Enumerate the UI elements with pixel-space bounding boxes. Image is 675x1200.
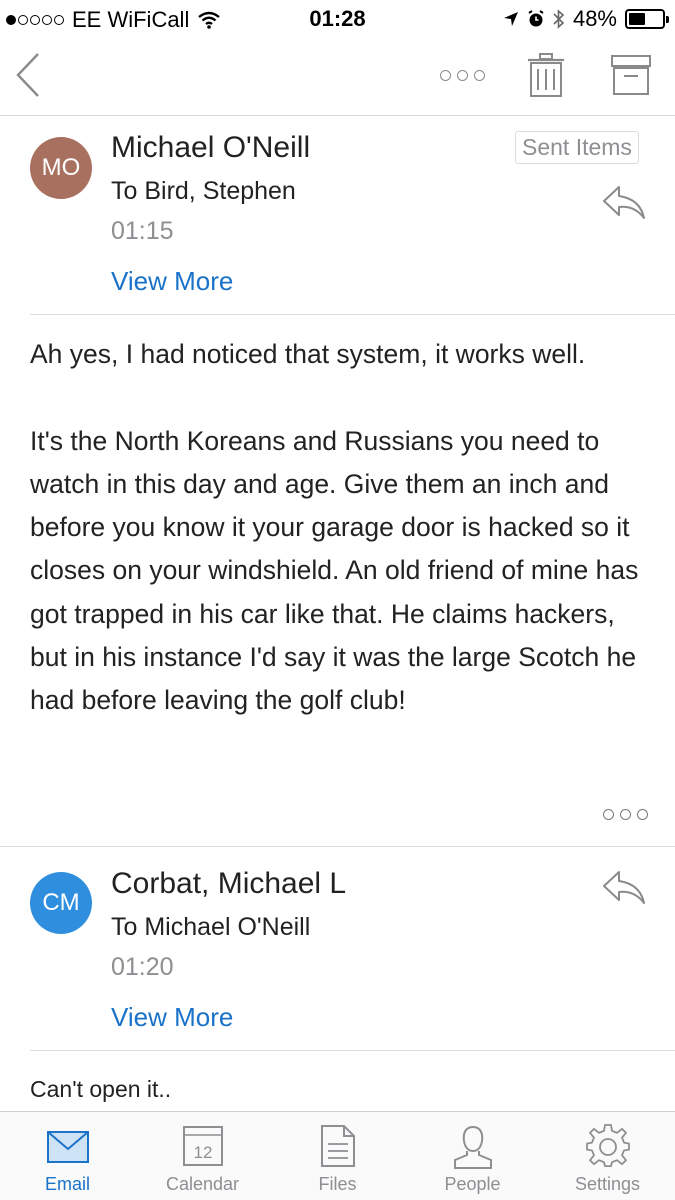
divider bbox=[30, 314, 675, 315]
tab-label: Settings bbox=[574, 1174, 641, 1194]
message-toolbar bbox=[0, 38, 675, 116]
status-right: 48% bbox=[503, 6, 669, 32]
document-icon bbox=[320, 1125, 355, 1167]
archive-icon[interactable] bbox=[610, 54, 652, 96]
sender-name: Michael O'Neill bbox=[111, 131, 311, 164]
message-time: 01:15 bbox=[111, 217, 174, 245]
body-paragraph: It's the North Koreans and Russians you … bbox=[30, 425, 639, 716]
more-dots-icon[interactable] bbox=[440, 70, 485, 81]
bluetooth-icon bbox=[553, 9, 565, 29]
reply-icon[interactable] bbox=[602, 185, 646, 221]
view-more-link[interactable]: View More bbox=[111, 266, 233, 297]
divider bbox=[30, 1050, 675, 1051]
recipient-line: To Bird, Stephen bbox=[111, 177, 296, 205]
tab-label: Email bbox=[44, 1174, 90, 1194]
tab-bar: Email 12 Calendar Files People Settings bbox=[0, 1111, 675, 1200]
message-options-icon[interactable] bbox=[603, 809, 648, 820]
avatar: MO bbox=[30, 137, 92, 199]
tab-email[interactable]: Email bbox=[0, 1112, 135, 1200]
sender-name: Corbat, Michael L bbox=[111, 867, 347, 900]
tab-calendar[interactable]: 12 Calendar bbox=[135, 1112, 270, 1200]
avatar-initials: MO bbox=[41, 154, 81, 181]
tab-label: Files bbox=[318, 1174, 357, 1194]
chevron-left-icon[interactable] bbox=[14, 52, 42, 98]
tab-settings[interactable]: Settings bbox=[540, 1112, 675, 1200]
folder-badge: Sent Items bbox=[515, 131, 639, 164]
message-body: Ah yes, I had noticed that system, it wo… bbox=[30, 333, 655, 723]
tab-people[interactable]: People bbox=[405, 1112, 540, 1200]
calendar-icon: 12 bbox=[182, 1126, 223, 1166]
envelope-icon bbox=[46, 1131, 89, 1163]
trash-icon[interactable] bbox=[527, 52, 565, 98]
view-more-link[interactable]: View More bbox=[111, 1002, 233, 1033]
battery-percent: 48% bbox=[572, 6, 617, 31]
battery-icon bbox=[625, 9, 669, 29]
location-arrow-icon bbox=[503, 12, 518, 26]
avatar-initials: CM bbox=[42, 889, 80, 916]
calendar-day: 12 bbox=[193, 1143, 212, 1162]
tab-files[interactable]: Files bbox=[270, 1112, 405, 1200]
message-body: Can't open it.. bbox=[30, 1071, 655, 1107]
status-bar: EE WiFiCall 01:28 48% bbox=[0, 0, 675, 38]
tab-label: Calendar bbox=[165, 1174, 240, 1194]
gear-icon bbox=[585, 1124, 630, 1168]
reply-icon[interactable] bbox=[602, 870, 646, 906]
divider bbox=[0, 846, 675, 847]
person-icon bbox=[453, 1125, 492, 1169]
body-paragraph: Can't open it.. bbox=[30, 1076, 172, 1102]
message-time: 01:20 bbox=[111, 953, 174, 981]
body-paragraph: Ah yes, I had noticed that system, it wo… bbox=[30, 339, 586, 369]
alarm-clock-icon bbox=[528, 10, 544, 27]
recipient-line: To Michael O'Neill bbox=[111, 913, 311, 941]
tab-label: People bbox=[444, 1174, 501, 1194]
avatar: CM bbox=[30, 872, 92, 934]
